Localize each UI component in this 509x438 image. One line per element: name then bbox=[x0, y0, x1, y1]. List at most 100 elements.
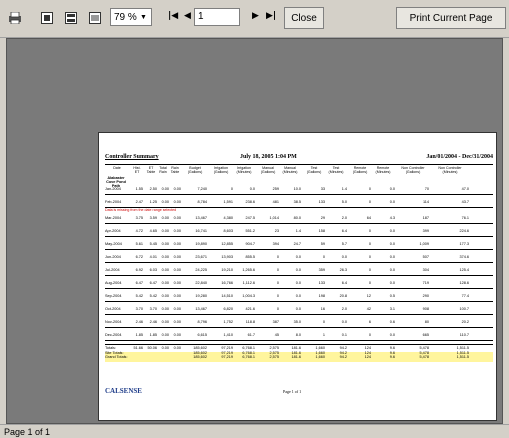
table-cell: 0.0 bbox=[389, 229, 395, 233]
single-page-icon[interactable] bbox=[38, 9, 56, 27]
table-cell: 0 bbox=[368, 281, 371, 285]
table-cell: 64 bbox=[366, 216, 371, 220]
table-row: Oct-2004 3.70 3.70 0.00 0.00 13,467 6,820 421.6… bbox=[105, 305, 493, 314]
previous-page-icon[interactable]: ◀ bbox=[184, 11, 191, 21]
first-page-icon[interactable]: |◀ bbox=[168, 11, 178, 21]
table-cell: 24,225 bbox=[195, 268, 207, 272]
table-cell: 6.92 bbox=[135, 268, 143, 272]
row-divider bbox=[105, 262, 493, 263]
table-cell: 0 bbox=[276, 307, 279, 311]
table-cell: 908 bbox=[422, 307, 429, 311]
table-cell: 0.0 bbox=[295, 307, 301, 311]
table-cell: 3.75 bbox=[135, 216, 143, 220]
table-cell: 4,380 bbox=[223, 216, 233, 220]
table-cell: 0.0 bbox=[389, 187, 395, 191]
table-cell: 187 bbox=[422, 216, 429, 220]
table-cell: 1,004.3 bbox=[242, 294, 255, 298]
column-header: Test (Minutes) bbox=[328, 166, 344, 174]
zoom-value: 79 % bbox=[114, 11, 137, 23]
table-cell: 13,903 bbox=[221, 255, 233, 259]
report-date-time: July 18, 2005 1:04 PM bbox=[240, 154, 297, 160]
multi-page-icon[interactable] bbox=[62, 9, 80, 27]
table-cell: 5.42 bbox=[149, 294, 157, 298]
table-cell: 47.0 bbox=[461, 187, 469, 191]
table-cell: 0 bbox=[368, 187, 371, 191]
table-cell: 133 bbox=[318, 200, 325, 204]
table-cell: 23 bbox=[274, 229, 279, 233]
table-cell: 0.00 bbox=[173, 268, 181, 272]
table-cell: 0.00 bbox=[173, 255, 181, 259]
table-cell: 12 bbox=[366, 294, 371, 298]
column-header: Remote (Minutes) bbox=[375, 166, 391, 174]
table-row: Jun-2004 6.72 4.01 0.00 0.00 23,671 13,903 855.… bbox=[105, 253, 493, 262]
table-cell: 551.2 bbox=[245, 229, 255, 233]
table-cell: Mar-2004 bbox=[105, 216, 122, 220]
row-divider bbox=[105, 275, 493, 276]
table-cell: 6.47 bbox=[149, 281, 157, 285]
table-cell: 3.70 bbox=[149, 307, 157, 311]
table-cell: 110.7 bbox=[459, 333, 469, 337]
table-cell: 1.4 bbox=[295, 229, 301, 233]
zoom-select[interactable]: 79 % ▼ bbox=[110, 8, 152, 26]
table-cell: 1,014 bbox=[269, 216, 279, 220]
report-page: Controller Summary July 18, 2005 1:04 PM… bbox=[98, 132, 497, 421]
table-cell: 1.55 bbox=[135, 187, 143, 191]
page-width-icon[interactable] bbox=[86, 9, 104, 27]
totals-cell: 5,478 bbox=[419, 355, 429, 359]
table-cell: 0.00 bbox=[173, 320, 181, 324]
report-range: Jan/01/2004 - Dec/31/2004 bbox=[426, 154, 493, 160]
table-cell: 0.0 bbox=[295, 268, 301, 272]
table-cell: 238.6 bbox=[245, 200, 255, 204]
status-text: Page 1 of 1 bbox=[4, 427, 51, 437]
totals-cell: 97,219 bbox=[221, 355, 233, 359]
table-cell: 80.0 bbox=[293, 216, 301, 220]
table-cell: 0.0 bbox=[249, 187, 255, 191]
table-cell: 198 bbox=[318, 294, 325, 298]
next-page-icon[interactable]: ▶ bbox=[252, 11, 259, 21]
totals-cell: 124 bbox=[364, 350, 371, 355]
table-cell: 0 bbox=[276, 255, 279, 259]
preview-viewport[interactable]: Controller Summary July 18, 2005 1:04 PM… bbox=[6, 38, 503, 424]
table-cell: 5.42 bbox=[135, 294, 143, 298]
last-page-icon[interactable]: ▶| bbox=[266, 11, 276, 21]
table-cell: 359 bbox=[318, 268, 325, 272]
table-cell: 13,467 bbox=[195, 307, 207, 311]
table-cell: 6.72 bbox=[135, 255, 143, 259]
table-cell: 13,467 bbox=[195, 216, 207, 220]
close-button[interactable]: Close bbox=[284, 7, 324, 29]
table-cell: 22,840 bbox=[195, 281, 207, 285]
totals-cell: 124 bbox=[364, 346, 371, 350]
totals-cell: 185,602 bbox=[193, 355, 207, 359]
column-header: Manual (Minutes) bbox=[282, 166, 298, 174]
table-cell: 6 bbox=[368, 320, 371, 324]
row-divider bbox=[105, 301, 493, 302]
column-header: Manual (Gallons) bbox=[260, 166, 276, 174]
table-cell: 2.46 bbox=[149, 320, 157, 324]
table-row: Mar-2004 3.75 3.59 0.00 0.00 13,467 4,380 247.5… bbox=[105, 214, 493, 223]
column-header: Non Controller (Minutes) bbox=[438, 166, 462, 174]
printer-icon[interactable] bbox=[6, 9, 24, 27]
table-row: Sep-2004 5.42 5.42 0.00 0.00 19,280 14,510 1,00… bbox=[105, 292, 493, 301]
table-cell: 0.0 bbox=[389, 255, 395, 259]
table-cell: 0 bbox=[368, 268, 371, 272]
table-cell: 118.8 bbox=[245, 320, 255, 324]
table-cell: 5.7 bbox=[341, 242, 347, 246]
table-cell: 6.4 bbox=[341, 281, 347, 285]
page-number-input[interactable]: 1 bbox=[194, 8, 240, 26]
table-cell: 8,603 bbox=[223, 229, 233, 233]
table-cell: 133 bbox=[318, 281, 325, 285]
totals-cell: 51.66 bbox=[133, 346, 143, 350]
table-cell: 4.01 bbox=[149, 255, 157, 259]
print-current-page-button[interactable]: Print Current Page bbox=[396, 7, 506, 29]
table-cell: 0.00 bbox=[161, 320, 169, 324]
table-cell: 0.0 bbox=[389, 268, 395, 272]
table-cell: 6,615 bbox=[197, 333, 207, 337]
table-cell: 158 bbox=[318, 229, 325, 233]
table-cell: Feb-2004 bbox=[105, 200, 122, 204]
table-cell: 4.72 bbox=[135, 229, 143, 233]
table-cell: 0 bbox=[322, 320, 325, 324]
table-cell: 16,766 bbox=[221, 281, 233, 285]
row-divider bbox=[105, 223, 493, 224]
table-cell: 5.45 bbox=[149, 242, 157, 246]
table-cell: Apr-2004 bbox=[105, 229, 121, 233]
